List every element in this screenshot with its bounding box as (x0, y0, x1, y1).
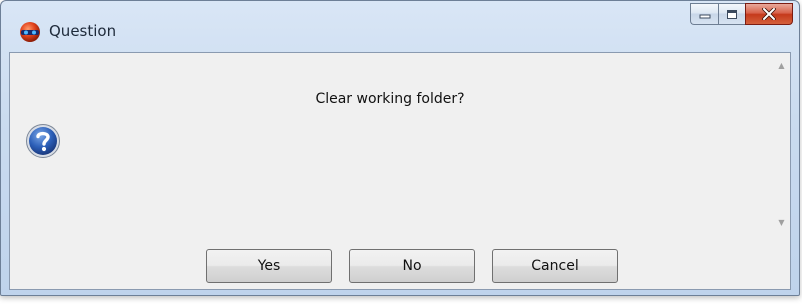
minimize-button[interactable] (690, 3, 718, 25)
question-icon (26, 124, 60, 158)
scroll-up-icon[interactable]: ▲ (773, 57, 790, 74)
caption-buttons (690, 3, 793, 27)
maximize-icon (727, 9, 737, 19)
red-sphere-app-icon (20, 22, 40, 42)
vertical-scrollbar[interactable]: ▲ ▼ (773, 53, 790, 233)
no-button[interactable]: No (349, 249, 475, 283)
close-icon (762, 8, 776, 20)
minimize-icon (699, 14, 710, 19)
dialog-message: Clear working folder? (315, 91, 465, 107)
title-bar[interactable]: Question (1, 1, 799, 51)
dialog-buttons: Yes No Cancel (10, 249, 792, 283)
scroll-down-icon[interactable]: ▼ (773, 214, 790, 231)
yes-button[interactable]: Yes (206, 249, 332, 283)
maximize-button[interactable] (718, 3, 745, 25)
dialog-window: Question Clear working folder? ▲ ▼ Yes N… (0, 0, 800, 296)
dialog-client-area: Clear working folder? ▲ ▼ Yes No Cancel (9, 52, 791, 290)
cancel-button[interactable]: Cancel (492, 249, 618, 283)
close-button[interactable] (745, 3, 793, 25)
window-title: Question (49, 22, 117, 40)
